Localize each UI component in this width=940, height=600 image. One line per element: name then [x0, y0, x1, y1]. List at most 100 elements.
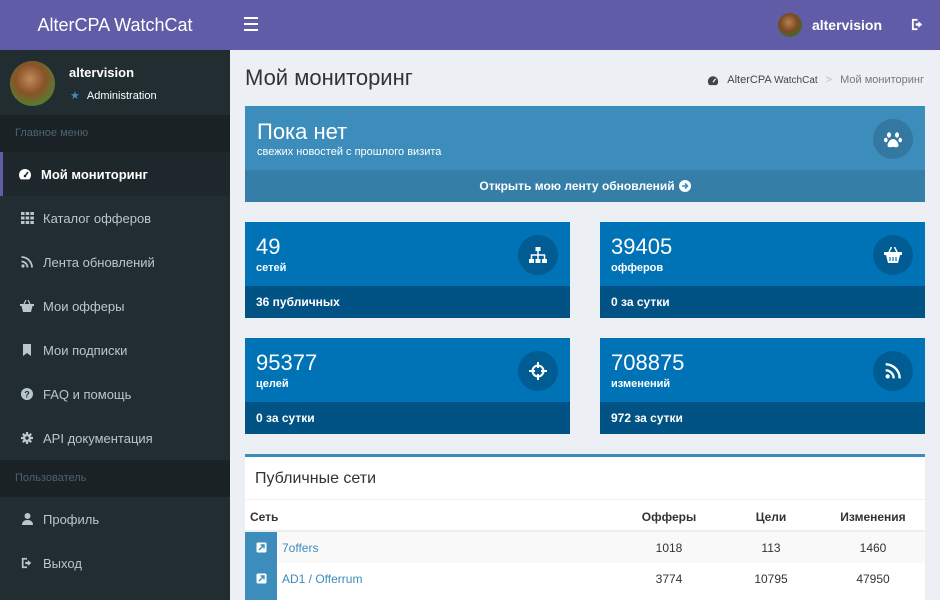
- breadcrumb-current: Мой мониторинг: [840, 74, 924, 86]
- breadcrumb-separator: >: [825, 74, 833, 86]
- dashboard-icon: [18, 167, 32, 181]
- star-icon: ★: [70, 90, 80, 102]
- basket-icon: [20, 299, 34, 313]
- column-header-network[interactable]: Сеть: [250, 501, 278, 532]
- column-header-changes[interactable]: Изменения: [825, 501, 921, 532]
- open-network-button[interactable]: [245, 594, 277, 600]
- question-icon: ?: [20, 387, 34, 401]
- breadcrumb-home[interactable]: AlterCPA WatchCat: [727, 74, 817, 86]
- sidebar-item-subscriptions[interactable]: Мои подписки: [0, 328, 230, 372]
- sidebar-item-label: Мой мониторинг: [41, 166, 148, 182]
- top-navbar: altervision: [230, 0, 940, 50]
- open-network-button[interactable]: [245, 563, 277, 594]
- stat-label: сетей: [256, 262, 287, 274]
- logout-icon[interactable]: [911, 18, 924, 31]
- breadcrumb: AlterCPA WatchCat > Мой мониторинг: [707, 74, 924, 86]
- network-link[interactable]: AD1 / Offerrum: [282, 563, 362, 594]
- sidebar-item-monitoring[interactable]: Мой мониторинг: [0, 152, 230, 196]
- cell-goals: 10795: [754, 571, 788, 586]
- basket-icon: [873, 235, 913, 275]
- user-menu[interactable]: altervision: [777, 13, 882, 37]
- gear-icon: [20, 431, 34, 445]
- sidebar-item-label: FAQ и помощь: [43, 386, 132, 402]
- cell-offers: 1018: [655, 540, 683, 555]
- bookmark-icon: [20, 343, 34, 357]
- avatar: [10, 61, 55, 106]
- stat-footer: 0 за сутки: [245, 402, 570, 434]
- table-header-row: Сеть Офферы Цели Изменения: [245, 501, 925, 532]
- sidebar: altervision ★ Administration Главное мен…: [0, 50, 230, 600]
- stat-label: целей: [256, 378, 289, 390]
- stat-value: 39405: [611, 234, 673, 259]
- cell-changes: 47950: [856, 571, 890, 586]
- stat-goals: 95377 целей 0 за сутки: [245, 338, 570, 434]
- sidebar-item-logout[interactable]: Выход: [0, 541, 230, 585]
- grid-icon: [20, 211, 34, 225]
- stat-value: 708875: [611, 350, 685, 375]
- top-username: altervision: [811, 17, 882, 33]
- stat-offers: 39405 офферов 0 за сутки: [600, 222, 925, 318]
- paw-icon: [873, 119, 913, 159]
- sidebar-item-label: Мои офферы: [43, 298, 125, 314]
- sidebar-item-api-docs[interactable]: API документация: [0, 416, 230, 460]
- rss-icon: [873, 351, 913, 391]
- open-network-button[interactable]: [245, 532, 277, 563]
- cell-changes: 1460: [859, 540, 887, 555]
- table-row: [245, 594, 925, 600]
- stat-changes: 708875 изменений 972 за сутки: [600, 338, 925, 434]
- user-icon: [20, 512, 34, 526]
- box-title: Публичные сети: [255, 470, 377, 487]
- avatar: [777, 13, 802, 37]
- stat-value: 49: [256, 234, 281, 259]
- network-link[interactable]: 7offers: [282, 532, 318, 563]
- cell-offers: 3774: [655, 571, 683, 586]
- sidebar-item-faq[interactable]: ? FAQ и помощь: [0, 372, 230, 416]
- sidebar-item-profile[interactable]: Профиль: [0, 497, 230, 541]
- rss-icon: [20, 255, 34, 269]
- column-header-goals[interactable]: Цели: [737, 501, 805, 532]
- stat-value: 95377: [256, 350, 318, 375]
- page-title: Мой мониторинг: [245, 65, 413, 90]
- sidebar-item-updates-feed[interactable]: Лента обновлений: [0, 240, 230, 284]
- sidebar-header-user: Пользователь: [0, 460, 230, 497]
- user-panel: altervision ★ Administration: [0, 50, 230, 115]
- stat-networks: 49 сетей 36 публичных: [245, 222, 570, 318]
- sidebar-item-label: Лента обновлений: [43, 254, 155, 270]
- role-label: Administration: [86, 89, 157, 102]
- news-title: Пока нет: [257, 119, 348, 144]
- logout-icon: [20, 556, 34, 570]
- table-row: 7offers 1018 113 1460: [245, 532, 925, 563]
- dashboard-icon: [708, 75, 719, 85]
- open-feed-link[interactable]: Открыть мою ленту обновлений: [245, 170, 925, 202]
- public-networks-box: Публичные сети Сеть Офферы Цели Изменени…: [245, 454, 925, 600]
- breadcrumb-home-sub: WatchCat: [774, 75, 818, 86]
- sidebar-user-role: ★ Administration: [70, 89, 157, 103]
- sidebar-item-my-offers[interactable]: Мои офферы: [0, 284, 230, 328]
- svg-text:?: ?: [24, 389, 30, 399]
- news-box: Пока нет свежих новостей с прошлого визи…: [245, 106, 925, 202]
- app-logo[interactable]: AlterCPA WatchCat: [0, 0, 230, 50]
- sidebar-username: altervision: [69, 65, 135, 80]
- news-subtitle: свежих новостей с прошлого визита: [257, 146, 442, 158]
- hamburger-menu-icon[interactable]: [244, 17, 258, 31]
- divider: [245, 499, 925, 500]
- sidebar-item-label: Мои подписки: [43, 342, 128, 358]
- stat-footer: 972 за сутки: [600, 402, 925, 434]
- sidebar-item-label: API документация: [43, 430, 153, 446]
- stat-label: изменений: [611, 378, 671, 390]
- breadcrumb-home-text: AlterCPA: [727, 74, 772, 86]
- sidebar-item-label: Каталог офферов: [43, 210, 152, 226]
- sitemap-icon: [518, 235, 558, 275]
- arrow-circle-right-icon: [678, 180, 691, 192]
- external-link-icon: [256, 573, 266, 584]
- external-link-icon: [256, 542, 266, 553]
- stat-label: офферов: [611, 262, 664, 274]
- stat-footer: 0 за сутки: [600, 286, 925, 318]
- column-header-offers[interactable]: Офферы: [619, 501, 719, 532]
- sidebar-item-label: Выход: [43, 555, 82, 571]
- cell-goals: 113: [761, 540, 781, 555]
- sidebar-item-label: Профиль: [43, 511, 100, 527]
- stat-footer: 36 публичных: [245, 286, 570, 318]
- sidebar-item-offers-catalog[interactable]: Каталог офферов: [0, 196, 230, 240]
- crosshairs-icon: [518, 351, 558, 391]
